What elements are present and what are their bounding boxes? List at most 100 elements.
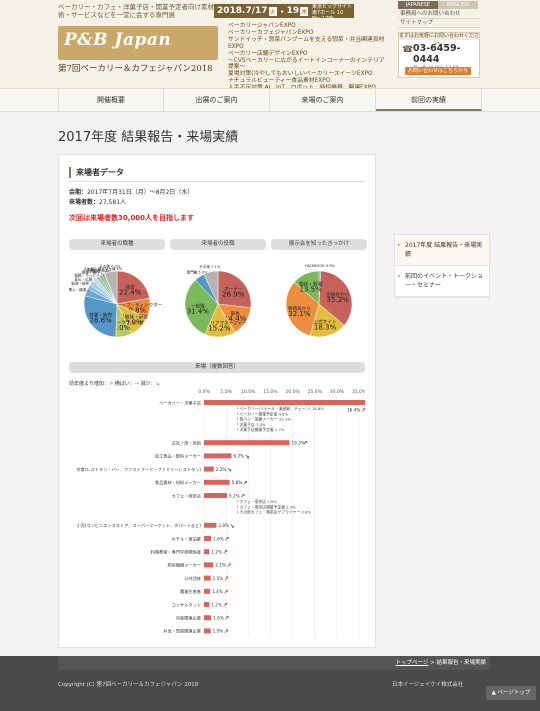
bar (204, 493, 228, 498)
day-end: 木 (300, 6, 309, 16)
venue: 東京ビッグサイト 東7ホール 10時〜17時 (312, 4, 353, 22)
top-links: 事務局へのお問い合わせ サイトマップ (398, 10, 480, 28)
pie-label: 雑誌・新聞 13.5% (299, 280, 322, 293)
goal-text: 次回は来場者数30,000人を目指します (69, 214, 195, 222)
category-label: コンサルタント (172, 601, 201, 608)
value-label: 2.8% (218, 523, 229, 528)
lang-japanese[interactable]: JAPANESE (398, 1, 438, 9)
pie-label: FACEBOOK 0.9% (305, 264, 335, 268)
company-link[interactable]: 日本イージェイケイ株式会社 (392, 680, 463, 688)
site-header: ベーカリー・カフェ・洋菓子店・開業予定者向け素材・技術・サービスなどを一堂に会す… (0, 0, 540, 91)
pie-label: 出展社から 35.2% (326, 291, 349, 304)
section-divider (69, 181, 365, 182)
category-label: 公共団体 (184, 575, 202, 582)
value-label: 1.6% (213, 536, 224, 541)
sidebar-item-results[interactable]: 2017年度 結果報告・来場実績 (395, 235, 489, 266)
trend-up-icon: ↗ (302, 440, 307, 447)
tagline: ベーカリー・カフェ・洋菓子店・開業予定者向け素材・技術・サービスなどを一堂に会す… (58, 3, 227, 19)
trend-up-icon: ↗ (224, 628, 229, 635)
expo-item: ベーカリー店舗デザインEXPO (228, 50, 308, 57)
sub-breakdown-label: └ 洋菓子店開業予定者 1.7% (236, 427, 285, 432)
value-label: 2.2% (216, 467, 227, 472)
category-label: ホテル・宿泊業 (172, 535, 202, 542)
trend-up-icon: ↗ (222, 602, 227, 609)
count-label: 来場者数： (69, 199, 100, 206)
category-label: ベーカリー・洋菓子店 (159, 399, 201, 406)
bar (204, 615, 212, 621)
value-label: 6.2% (233, 454, 244, 459)
trend-up-icon: ↗ (361, 407, 365, 414)
date-start: 2018.7/17 (217, 6, 268, 16)
expo-item: ベーカリージャパンEXPO (228, 23, 296, 29)
bar (204, 536, 212, 541)
expo-list: ベーカリージャパンEXPO ベーカリーカフェジャパンEXPO サンドイッチ・惣菜パン… (228, 23, 388, 92)
language-switch: JAPANESE ENGLISH (398, 1, 478, 9)
trend-up-icon: ↗ (224, 536, 229, 543)
lang-english[interactable]: ENGLISH (438, 1, 478, 9)
x-tick-label: 10.0% (241, 389, 256, 395)
pie-label: その他 6.2% (99, 264, 121, 269)
logo-text[interactable]: P&B Japan (64, 30, 171, 50)
nav-exhibit[interactable]: 出展のご案内 (164, 89, 270, 111)
date-end: 19 (286, 6, 300, 16)
trend-up-icon: ↗ (243, 480, 248, 487)
inquiry-button[interactable]: お問い合わせはこちらから (405, 67, 471, 75)
trend-down-icon: ↘ (244, 453, 249, 460)
breadcrumb: トップページ > 結果報告・来場実績 (58, 656, 490, 670)
trend-down-icon: ↘ (227, 467, 232, 474)
sitemap-link[interactable]: サイトマップ (398, 19, 480, 28)
site-footer: トップページ > 結果報告・来場実績 Copyright (C) 第7回ベーカリ… (0, 656, 540, 711)
trend-up-icon: ↗ (224, 615, 229, 622)
bar (204, 440, 290, 446)
phone-number[interactable]: 03-6459-0444 (413, 43, 479, 65)
pie-chart: 経営 22.4%ショップ・ディレクター 9.8%商品開発・研究 10.9%企画・マーケ… (69, 264, 163, 338)
bar (204, 588, 211, 594)
bar (204, 466, 214, 472)
bar (204, 479, 230, 485)
bar-chart-title: 来場（複数回答） (69, 362, 365, 373)
nav-results[interactable]: 前回の実績 (376, 89, 482, 111)
bar (204, 562, 214, 568)
x-tick-label: 0.0% (198, 389, 210, 395)
value-label: 1.2% (211, 550, 222, 555)
x-tick-label: 25.0% (308, 389, 323, 395)
pie-label: その他 7.1% (199, 264, 221, 269)
x-tick-label: 35.0% (352, 389, 365, 395)
contact-link[interactable]: 事務局へのお問い合わせ (398, 10, 480, 19)
visitor-data-panel: 来場者データ 会期：2017年7月31日（月）〜8月2日（水） 来場者数：27,… (58, 154, 376, 648)
nav-overview[interactable]: 開催概要 (58, 89, 164, 111)
breadcrumb-top[interactable]: トップページ (395, 660, 428, 666)
period-value: 2017年7月31日（月）〜8月2日（水） (87, 189, 194, 196)
value-label: 5.2% (229, 493, 240, 498)
category-label: 農業生産者 (180, 588, 201, 595)
value-label: 1.5% (213, 629, 224, 634)
contact-box: まずはお気軽にお問い合わせください。 ☎ 03-6459-0444 月〜金 10… (398, 32, 480, 78)
category-label: カフェ・喫茶店 (172, 492, 201, 499)
value-label: 2.1% (215, 563, 226, 568)
page-top-button[interactable]: ▲ ページトップ (486, 686, 536, 700)
category-label: 总社・部・供給 (172, 440, 202, 447)
pie-chart: オーナー 26.9%部長 14.4%課長・エリアマネージャー 15.2%一般職 31.4… (184, 264, 252, 338)
x-tick-label: 20.0% (285, 389, 300, 395)
pie-label: オーナー 26.9% (222, 286, 245, 298)
event-info: 会期：2017年7月31日（月）〜8月2日（水） 来場者数：27,581人 (69, 188, 193, 208)
category-label: 食品素材・材料メーカー (155, 479, 201, 486)
contact-heading: まずはお気軽にお問い合わせください。 (399, 33, 480, 46)
pie-chart: FACEBOOK 0.9% 出展社から 35.2% 公式サイト 18.3%事務局から 32… (285, 264, 353, 338)
trend-down-icon: ↘ (229, 523, 234, 530)
category-label: 厨房機器メーカー (167, 562, 201, 569)
main-content: 2017年度 結果報告・来場実績 来場者データ 会期：2017年7月31日（月）… (0, 112, 540, 656)
nav-visit[interactable]: 来場のご案内 (270, 89, 376, 111)
bar (204, 575, 211, 581)
bar (204, 400, 365, 405)
pie-title: 来場者の職種 (69, 239, 165, 250)
sidebar-item-events[interactable]: 前回のイベント・トークショー・セミナー (395, 266, 489, 297)
day-start: 火 (268, 6, 277, 16)
value-label: 1.2% (211, 602, 222, 607)
event-subtitle: 第7回ベーカリー＆カフェジャパン2018 (58, 64, 213, 74)
trend-up-icon: ↗ (222, 549, 227, 556)
bar-chart: 0.0% 5.0% 10.0% 15.0% 20.0% 25.0% 30.0% 35.0% ベー… (76, 389, 365, 641)
trend-up-icon: ↗ (224, 576, 229, 583)
breadcrumb-current: 結果報告・来場実績 (436, 660, 486, 666)
count-value: 27,581人 (99, 199, 127, 206)
